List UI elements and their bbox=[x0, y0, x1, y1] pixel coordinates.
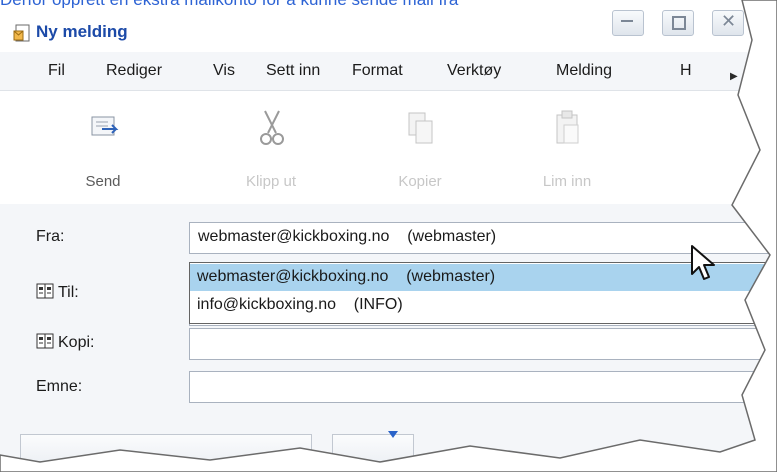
cut-label: Klipp ut bbox=[245, 173, 297, 190]
copy-button[interactable]: Kopier bbox=[365, 103, 475, 190]
cc-button[interactable]: Kopi: bbox=[36, 333, 94, 352]
send-label: Send bbox=[85, 173, 121, 190]
copy-icon bbox=[408, 112, 433, 144]
send-icon bbox=[91, 116, 119, 136]
menu-file[interactable]: Fil bbox=[48, 62, 65, 80]
chevron-down-icon[interactable] bbox=[388, 431, 398, 438]
title-bar: Ny melding ✕ bbox=[0, 8, 777, 44]
maximize-button[interactable] bbox=[662, 10, 694, 36]
menu-view[interactable]: Vis bbox=[213, 62, 235, 80]
option-label: info@kickboxing.no (INFO) bbox=[197, 296, 403, 313]
cc-label: Kopi: bbox=[58, 334, 95, 351]
menu-bar: Fil Rediger Vis Sett inn Format Verktøy … bbox=[0, 52, 777, 91]
formatting-bar bbox=[20, 434, 630, 462]
menu-overflow-chevron-icon[interactable]: ▶ bbox=[730, 71, 738, 82]
maximize-icon bbox=[672, 16, 686, 30]
mouse-pointer-icon bbox=[691, 245, 715, 280]
font-select[interactable] bbox=[20, 434, 312, 462]
to-button[interactable]: Til: bbox=[36, 283, 79, 302]
minimize-icon bbox=[621, 20, 633, 22]
font-size-select[interactable] bbox=[332, 434, 414, 462]
close-icon: ✕ bbox=[721, 11, 737, 31]
new-message-icon bbox=[13, 24, 30, 42]
address-book-icon bbox=[36, 283, 54, 299]
menu-format[interactable]: Format bbox=[352, 62, 403, 80]
from-dropdown-list: webmaster@kickboxing.no (webmaster) info… bbox=[189, 262, 777, 324]
menu-help[interactable]: H bbox=[680, 62, 692, 80]
from-label: Fra: bbox=[36, 228, 65, 245]
from-value: webmaster@kickboxing.no (webmaster) bbox=[198, 228, 497, 245]
to-label: Til: bbox=[58, 284, 79, 301]
address-book-icon bbox=[36, 333, 54, 349]
subject-field[interactable] bbox=[189, 371, 777, 403]
cut-button[interactable]: Klipp ut bbox=[216, 103, 326, 190]
option-label: webmaster@kickboxing.no (webmaster) bbox=[197, 268, 496, 285]
dropdown-option-info[interactable]: info@kickboxing.no (INFO) bbox=[190, 292, 777, 319]
compose-window: Ny melding ✕ Fil Rediger Vis Sett inn Fo… bbox=[0, 0, 777, 472]
send-button[interactable]: Send bbox=[48, 103, 158, 190]
window-title: Ny melding bbox=[36, 22, 128, 41]
from-select[interactable]: webmaster@kickboxing.no (webmaster) bbox=[189, 222, 777, 254]
toolbar: Send Klipp ut Kopier Lim inn bbox=[0, 91, 777, 204]
menu-edit[interactable]: Rediger bbox=[106, 62, 162, 80]
menu-insert[interactable]: Sett inn bbox=[266, 62, 320, 80]
clipboard-icon bbox=[556, 110, 579, 144]
paste-label: Lim inn bbox=[542, 173, 592, 190]
subject-label: Emne: bbox=[36, 378, 83, 395]
chevron-down-icon[interactable] bbox=[756, 224, 764, 229]
minimize-button[interactable] bbox=[612, 10, 644, 36]
copy-label: Kopier bbox=[398, 173, 442, 190]
menu-tools[interactable]: Verktøy bbox=[447, 62, 501, 80]
scissors-icon bbox=[260, 110, 284, 145]
dropdown-option-webmaster[interactable]: webmaster@kickboxing.no (webmaster) bbox=[190, 264, 777, 291]
menu-message[interactable]: Melding bbox=[556, 62, 612, 80]
paste-button[interactable]: Lim inn bbox=[512, 103, 622, 190]
cc-field[interactable] bbox=[189, 328, 777, 360]
close-button[interactable]: ✕ bbox=[712, 10, 744, 36]
